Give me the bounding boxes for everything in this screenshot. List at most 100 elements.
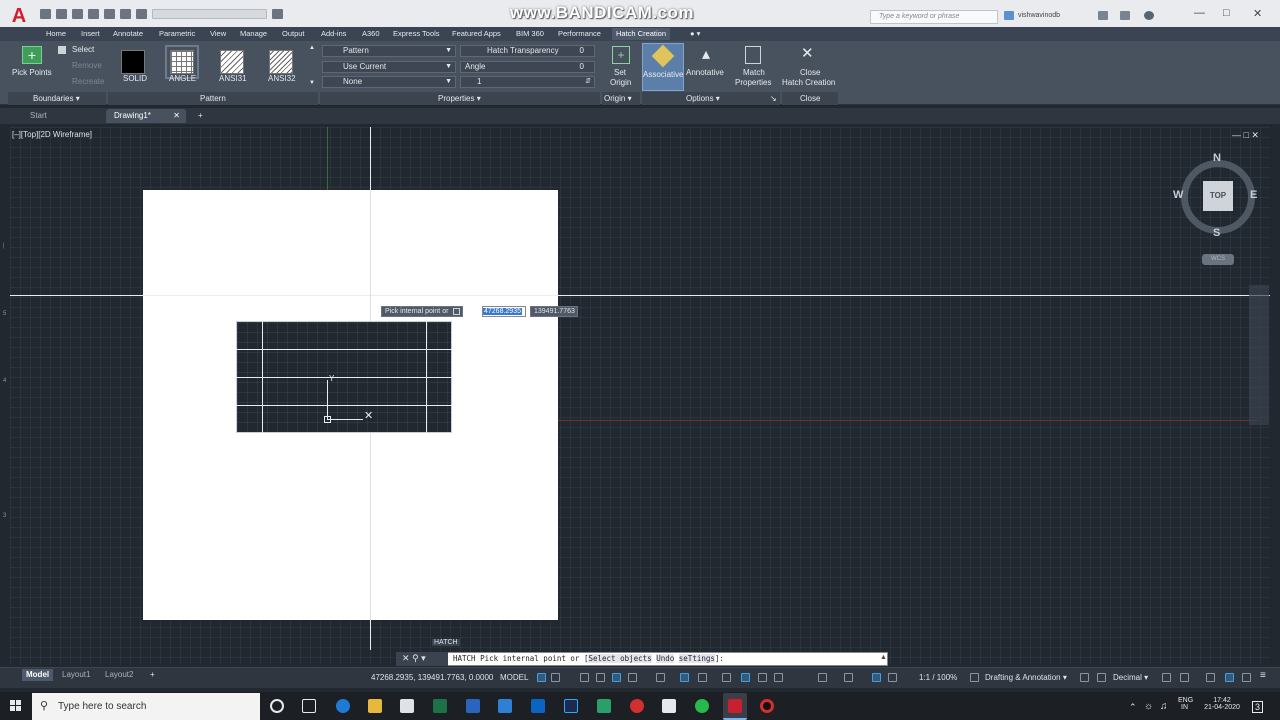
document-icon[interactable] (662, 699, 676, 713)
navigation-bar[interactable] (1249, 285, 1269, 425)
boundaries-panel-label[interactable]: Boundaries ▾ (33, 94, 80, 103)
tab-a360[interactable]: A360 (362, 29, 380, 38)
user-account[interactable]: vishwavinodb (1018, 12, 1060, 19)
undo-icon[interactable] (120, 9, 131, 19)
recent-commands-icon[interactable]: ▾ (421, 653, 426, 663)
plot-icon[interactable] (104, 9, 115, 19)
ansi32-pattern-swatch[interactable] (269, 50, 293, 74)
doc-tab-start[interactable]: Start (22, 109, 106, 123)
new-icon[interactable] (40, 9, 51, 19)
workspace-gear-icon[interactable] (970, 673, 979, 682)
object-snap-icon[interactable] (698, 673, 707, 682)
doc-tab-close-icon[interactable]: ✕ (173, 109, 180, 123)
app-icon[interactable] (597, 699, 611, 713)
minimize-button[interactable]: — (1194, 7, 1205, 19)
command-scroll-icon[interactable]: ▲ (880, 654, 887, 661)
close-hatch-icon[interactable]: ✕ (801, 44, 814, 62)
selection-cycling-icon[interactable] (758, 673, 767, 682)
coordinate-readout[interactable]: 47268.2935, 139491.7763, 0.0000 (371, 673, 493, 682)
cortana-icon[interactable] (270, 699, 284, 713)
dynamic-x-input[interactable]: 47268.2935 (482, 306, 526, 317)
layout-tab-layout1[interactable]: Layout1 (58, 669, 94, 681)
autodesk-app-store-icon[interactable] (1098, 11, 1108, 20)
3d-osnap-icon[interactable] (774, 673, 783, 682)
dynamic-ucs-icon[interactable] (818, 673, 827, 682)
grid-icon[interactable] (537, 673, 546, 682)
hardware-acceleration-icon[interactable] (1225, 673, 1234, 682)
close-hatch-line1[interactable]: Close (800, 68, 820, 77)
annotation-scale[interactable]: 1:1 / 100% (919, 673, 957, 682)
ortho-icon[interactable] (612, 673, 621, 682)
doc-tab-drawing1[interactable]: Drawing1* ✕ (106, 109, 186, 123)
viewport-window-controls[interactable]: — □ ✕ (1232, 130, 1259, 141)
notifications-icon[interactable]: 3 (1252, 701, 1264, 713)
tab-manage[interactable]: Manage (240, 29, 267, 38)
tab-home[interactable]: Home (46, 29, 66, 38)
open-icon[interactable] (56, 9, 67, 19)
isodraft-icon[interactable] (656, 673, 665, 682)
volume-icon[interactable]: ♫ (1160, 701, 1168, 712)
dynamic-input-icon[interactable] (596, 673, 605, 682)
search-icon[interactable] (1004, 11, 1014, 20)
origin-panel-label[interactable]: Origin ▾ (604, 94, 632, 103)
save-as-icon[interactable] (88, 9, 99, 19)
wcs-menu[interactable]: WCS (1202, 254, 1234, 265)
compass-south[interactable]: S (1213, 227, 1220, 239)
whatsapp-icon[interactable] (695, 699, 709, 713)
command-option-undo[interactable]: Undo (656, 654, 675, 663)
tab-express-tools[interactable]: Express Tools (393, 29, 440, 38)
model-space-toggle[interactable]: MODEL (500, 673, 528, 682)
customization-menu-icon[interactable]: ≡ (1260, 670, 1266, 681)
tab-view[interactable]: View (210, 29, 226, 38)
workspace-dropdown[interactable] (152, 9, 267, 19)
add-layout-button[interactable]: + (146, 669, 159, 681)
units-icon[interactable] (1097, 673, 1106, 682)
solid-pattern-swatch[interactable] (121, 50, 145, 74)
tray-overflow-icon[interactable]: ⌃ (1129, 702, 1137, 713)
photoshop-icon[interactable] (564, 699, 578, 713)
customize-command-icon[interactable]: ⚲ (412, 653, 419, 663)
angle-pattern-swatch[interactable] (165, 45, 199, 79)
set-origin-line1[interactable]: Set (614, 68, 626, 77)
viewport-controls-label[interactable]: [–][Top][2D Wireframe] (12, 130, 92, 139)
new-tab-button[interactable]: + (190, 109, 203, 123)
autocad-app-icon[interactable]: A (8, 5, 30, 27)
dynamic-prompt-options-icon[interactable] (453, 308, 461, 315)
match-properties-line1[interactable]: Match (743, 68, 765, 77)
file-explorer-icon[interactable] (368, 699, 382, 713)
lock-ui-icon[interactable] (1180, 673, 1189, 682)
command-option-select-objects[interactable]: Select objects (588, 654, 652, 663)
network-icon[interactable]: ☼ (1144, 701, 1153, 712)
taskbar-clock[interactable]: 17:42 21-04-2020 (1200, 697, 1244, 711)
tab-bim-360[interactable]: BIM 360 (516, 29, 544, 38)
quick-properties-icon[interactable] (1162, 673, 1171, 682)
compass-east[interactable]: E (1250, 189, 1257, 201)
windows-start-icon[interactable] (10, 700, 22, 712)
tab-performance[interactable]: Performance (558, 29, 601, 38)
language-indicator[interactable]: ENG IN (1178, 697, 1193, 711)
hatch-angle-field[interactable]: Angle 0 (460, 61, 595, 73)
layout-tab-model[interactable]: Model (22, 669, 54, 681)
clean-screen-icon[interactable] (1242, 673, 1251, 682)
annotative-icon[interactable]: ▴ (699, 46, 713, 64)
units-dropdown[interactable]: Decimal ▾ (1113, 673, 1148, 682)
save-icon[interactable] (72, 9, 83, 19)
auto-scale-icon[interactable] (888, 673, 897, 682)
tab-add-ins[interactable]: Add-ins (321, 29, 346, 38)
hatch-color-dropdown[interactable]: Use Current ▼ (322, 61, 456, 73)
hatch-transparency-field[interactable]: Hatch Transparency 0 (460, 45, 595, 57)
maximize-button[interactable]: □ (1223, 7, 1230, 19)
compass-north[interactable]: N (1213, 152, 1221, 164)
tab-parametric[interactable]: Parametric (159, 29, 195, 38)
annotation-monitor-icon[interactable] (1080, 673, 1089, 682)
bandicam-record-icon[interactable] (760, 699, 774, 713)
options-panel-label[interactable]: Options ▾ (686, 94, 720, 103)
infer-constraints-icon[interactable] (580, 673, 589, 682)
gallery-scroll-down-icon[interactable]: ▼ (309, 80, 315, 86)
polar-tracking-icon[interactable] (628, 673, 637, 682)
share-icon[interactable] (272, 9, 283, 19)
annotative-button[interactable]: Annotative (686, 68, 724, 77)
select-icon[interactable] (58, 46, 66, 54)
set-origin-line2[interactable]: Origin (610, 78, 631, 87)
tab-insert[interactable]: Insert (81, 29, 100, 38)
